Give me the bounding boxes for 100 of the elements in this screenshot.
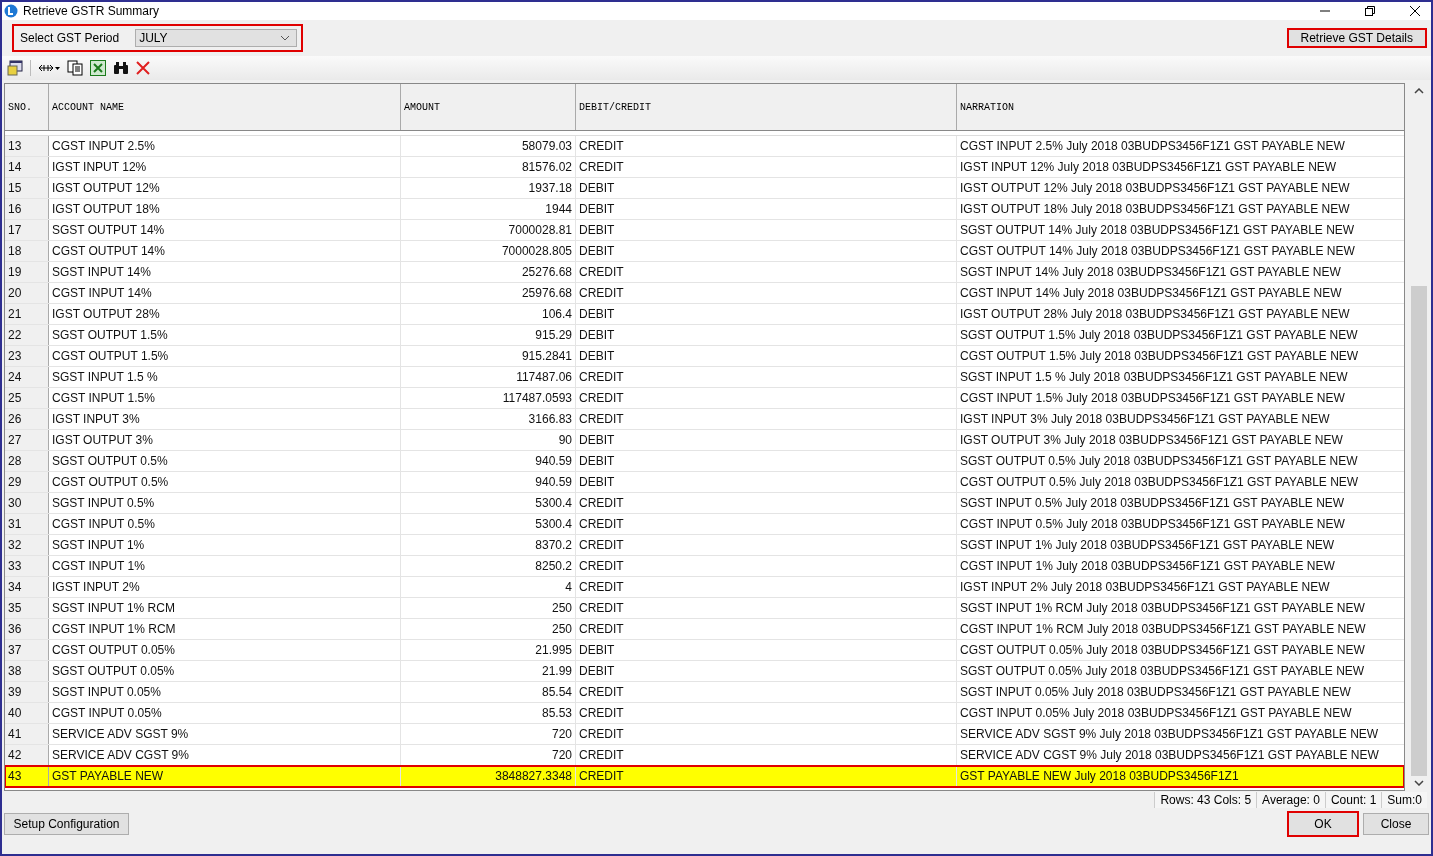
table-cell: IGST OUTPUT 18% [49, 199, 401, 219]
column-header[interactable]: NARRATION [957, 84, 1404, 130]
table-row[interactable]: 24 SGST INPUT 1.5 % 117487.06 CREDIT SGST INPUT 1.5 % July 2018 03BUDPS3456F1Z1 GST PAYABLE NEW [5, 367, 1404, 388]
table-cell: CREDIT [576, 682, 957, 702]
table-row[interactable]: 39 SGST INPUT 0.05% 85.54 CREDIT SGST INPUT 0.05% July 2018 03BUDPS3456F1Z1 GST PAYABLE NEW [5, 682, 1404, 703]
table-cell: 31 [5, 514, 49, 534]
column-header[interactable]: SNO. [5, 84, 49, 130]
table-row[interactable]: 26 IGST INPUT 3% 3166.83 CREDIT IGST INPUT 3% July 2018 03BUDPS3456F1Z1 GST PAYABLE NEW [5, 409, 1404, 430]
table-cell: DEBIT [576, 220, 957, 240]
table-cell: 33 [5, 556, 49, 576]
table-row[interactable]: 32 SGST INPUT 1% 8370.2 CREDIT SGST INPUT 1% July 2018 03BUDPS3456F1Z1 GST PAYABLE NEW [5, 535, 1404, 556]
table-cell: CREDIT [576, 283, 957, 303]
table-cell: 36 [5, 619, 49, 639]
table-cell: SGST INPUT 1.5 % July 2018 03BUDPS3456F1Z1 GST PAYABLE NEW [957, 367, 1404, 387]
table-row[interactable]: 31 CGST INPUT 0.5% 5300.4 CREDIT CGST INPUT 0.5% July 2018 03BUDPS3456F1Z1 GST PAYABLE NEW [5, 514, 1404, 535]
table-cell: SGST INPUT 1% RCM July 2018 03BUDPS3456F1Z1 GST PAYABLE NEW [957, 598, 1404, 618]
table-row[interactable]: 23 CGST OUTPUT 1.5% 915.2841 DEBIT CGST OUTPUT 1.5% July 2018 03BUDPS3456F1Z1 GST PAYABLE NEW [5, 346, 1404, 367]
table-row[interactable]: 16 IGST OUTPUT 18% 1944 DEBIT IGST OUTPUT 18% July 2018 03BUDPS3456F1Z1 GST PAYABLE NEW [5, 199, 1404, 220]
table-cell: 85.54 [401, 682, 576, 702]
table-cell: CGST OUTPUT 14% [49, 241, 401, 261]
table-cell: 8370.2 [401, 535, 576, 555]
table-cell: DEBIT [576, 661, 957, 681]
table-cell: 25976.68 [401, 283, 576, 303]
form-window-icon[interactable] [7, 60, 23, 76]
table-cell: CGST INPUT 1.5% July 2018 03BUDPS3456F1Z1 GST PAYABLE NEW [957, 388, 1404, 408]
table-row[interactable]: 43 GST PAYABLE NEW 3848827.3348 CREDIT GST PAYABLE NEW July 2018 03BUDPS3456F1Z1 [5, 766, 1404, 787]
table-row[interactable]: 25 CGST INPUT 1.5% 117487.0593 CREDIT CGST INPUT 1.5% July 2018 03BUDPS3456F1Z1 GST PAYABLE NEW [5, 388, 1404, 409]
table-row[interactable]: 17 SGST OUTPUT 14% 7000028.81 DEBIT SGST OUTPUT 14% July 2018 03BUDPS3456F1Z1 GST PAYABLE NEW [5, 220, 1404, 241]
chevron-down-icon [280, 35, 291, 41]
table-row[interactable]: 38 SGST OUTPUT 0.05% 21.99 DEBIT SGST OUTPUT 0.05% July 2018 03BUDPS3456F1Z1 GST PAYABLE NEW [5, 661, 1404, 682]
setup-configuration-button[interactable]: Setup Configuration [4, 813, 129, 835]
table-row[interactable]: 40 CGST INPUT 0.05% 85.53 CREDIT CGST INPUT 0.05% July 2018 03BUDPS3456F1Z1 GST PAYABLE NEW [5, 703, 1404, 724]
column-width-icon[interactable] [38, 63, 60, 73]
scroll-thumb[interactable] [1411, 286, 1427, 776]
table-row[interactable]: 35 SGST INPUT 1% RCM 250 CREDIT SGST INPUT 1% RCM July 2018 03BUDPS3456F1Z1 GST PAYABLE NEW [5, 598, 1404, 619]
table-cell: GST PAYABLE NEW July 2018 03BUDPS3456F1Z1 [957, 766, 1404, 786]
table-cell: 32 [5, 535, 49, 555]
table-row[interactable]: 21 IGST OUTPUT 28% 106.4 DEBIT IGST OUTPUT 28% July 2018 03BUDPS3456F1Z1 GST PAYABLE NEW [5, 304, 1404, 325]
table-cell: 4 [401, 577, 576, 597]
delete-icon[interactable] [136, 61, 150, 75]
table-row[interactable]: 19 SGST INPUT 14% 25276.68 CREDIT SGST INPUT 14% July 2018 03BUDPS3456F1Z1 GST PAYABLE NEW [5, 262, 1404, 283]
period-dropdown[interactable]: JULY [135, 29, 298, 47]
table-row[interactable]: 22 SGST OUTPUT 1.5% 915.29 DEBIT SGST OUTPUT 1.5% July 2018 03BUDPS3456F1Z1 GST PAYABLE NEW [5, 325, 1404, 346]
table-row[interactable]: 33 CGST INPUT 1% 8250.2 CREDIT CGST INPUT 1% July 2018 03BUDPS3456F1Z1 GST PAYABLE NEW [5, 556, 1404, 577]
column-header[interactable]: ACCOUNT NAME [49, 84, 401, 130]
table-cell: 30 [5, 493, 49, 513]
table-cell: 14 [5, 157, 49, 177]
column-header[interactable]: DEBIT/CREDIT [576, 84, 957, 130]
table-cell: CGST INPUT 1% July 2018 03BUDPS3456F1Z1 GST PAYABLE NEW [957, 556, 1404, 576]
close-icon[interactable] [1409, 5, 1421, 17]
table-cell: 39 [5, 682, 49, 702]
table-row[interactable]: 14 IGST INPUT 12% 81576.02 CREDIT IGST INPUT 12% July 2018 03BUDPS3456F1Z1 GST PAYABLE NEW [5, 157, 1404, 178]
table-row[interactable]: 13 CGST INPUT 2.5% 58079.03 CREDIT CGST INPUT 2.5% July 2018 03BUDPS3456F1Z1 GST PAYABLE NEW [5, 136, 1404, 157]
table-row[interactable]: 20 CGST INPUT 14% 25976.68 CREDIT CGST INPUT 14% July 2018 03BUDPS3456F1Z1 GST PAYABLE NEW [5, 283, 1404, 304]
table-row[interactable]: 41 SERVICE ADV SGST 9% 720 CREDIT SERVICE ADV SGST 9% July 2018 03BUDPS3456F1Z1 GST PAYABLE NEW [5, 724, 1404, 745]
table-row[interactable]: 36 CGST INPUT 1% RCM 250 CREDIT CGST INPUT 1% RCM July 2018 03BUDPS3456F1Z1 GST PAYABLE NEW [5, 619, 1404, 640]
restore-icon[interactable] [1364, 5, 1376, 17]
column-header[interactable]: AMOUNT [401, 84, 576, 130]
table-cell: 19 [5, 262, 49, 282]
table-cell: 29 [5, 472, 49, 492]
ok-button[interactable]: OK [1287, 811, 1359, 837]
close-button[interactable]: Close [1363, 813, 1429, 835]
status-field: Count: 1 [1324, 792, 1382, 808]
table-cell: 27 [5, 430, 49, 450]
table-cell: 915.2841 [401, 346, 576, 366]
retrieve-details-button[interactable]: Retrieve GST Details [1286, 28, 1427, 48]
table-row[interactable]: 30 SGST INPUT 0.5% 5300.4 CREDIT SGST INPUT 0.5% July 2018 03BUDPS3456F1Z1 GST PAYABLE NEW [5, 493, 1404, 514]
table-cell: CREDIT [576, 514, 957, 534]
table-cell: 35 [5, 598, 49, 618]
spreadsheet-icon[interactable] [90, 60, 106, 76]
table-cell: 43 [5, 766, 49, 786]
table-cell: DEBIT [576, 430, 957, 450]
table-cell: SGST OUTPUT 1.5% July 2018 03BUDPS3456F1Z1 GST PAYABLE NEW [957, 325, 1404, 345]
table-cell: 18 [5, 241, 49, 261]
table-cell: 106.4 [401, 304, 576, 324]
table-cell: 34 [5, 577, 49, 597]
scroll-up-icon[interactable] [1414, 88, 1424, 94]
table-cell: 41 [5, 724, 49, 744]
table-cell: CGST INPUT 0.05% July 2018 03BUDPS3456F1Z1 GST PAYABLE NEW [957, 703, 1404, 723]
binoculars-icon[interactable] [113, 61, 129, 75]
table-row[interactable]: 29 CGST OUTPUT 0.5% 940.59 DEBIT CGST OUTPUT 0.5% July 2018 03BUDPS3456F1Z1 GST PAYABLE NEW [5, 472, 1404, 493]
table-row[interactable]: 28 SGST OUTPUT 0.5% 940.59 DEBIT SGST OUTPUT 0.5% July 2018 03BUDPS3456F1Z1 GST PAYABLE NEW [5, 451, 1404, 472]
table-cell: 940.59 [401, 472, 576, 492]
table-cell: 24 [5, 367, 49, 387]
table-cell: 1944 [401, 199, 576, 219]
copy-icon[interactable] [67, 60, 83, 76]
table-row[interactable]: 18 CGST OUTPUT 14% 7000028.805 DEBIT CGST OUTPUT 14% July 2018 03BUDPS3456F1Z1 GST PAYABLE NEW [5, 241, 1404, 262]
table-row[interactable]: 27 IGST OUTPUT 3% 90 DEBIT IGST OUTPUT 3% July 2018 03BUDPS3456F1Z1 GST PAYABLE NEW [5, 430, 1404, 451]
table-cell: CGST INPUT 1% RCM [49, 619, 401, 639]
table-cell: IGST OUTPUT 18% July 2018 03BUDPS3456F1Z1 GST PAYABLE NEW [957, 199, 1404, 219]
table-row[interactable]: 34 IGST INPUT 2% 4 CREDIT IGST INPUT 2% July 2018 03BUDPS3456F1Z1 GST PAYABLE NEW [5, 577, 1404, 598]
table-cell: 26 [5, 409, 49, 429]
table-cell: SGST OUTPUT 0.05% [49, 661, 401, 681]
table-cell: IGST OUTPUT 3% July 2018 03BUDPS3456F1Z1 GST PAYABLE NEW [957, 430, 1404, 450]
table-cell: DEBIT [576, 472, 957, 492]
table-row[interactable]: 15 IGST OUTPUT 12% 1937.18 DEBIT IGST OUTPUT 12% July 2018 03BUDPS3456F1Z1 GST PAYABLE NEW [5, 178, 1404, 199]
table-cell: CGST INPUT 14% [49, 283, 401, 303]
table-row[interactable]: 37 CGST OUTPUT 0.05% 21.995 DEBIT CGST OUTPUT 0.05% July 2018 03BUDPS3456F1Z1 GST PAYABLE NEW [5, 640, 1404, 661]
table-cell: SGST INPUT 0.05% July 2018 03BUDPS3456F1Z1 GST PAYABLE NEW [957, 682, 1404, 702]
scroll-down-icon[interactable] [1414, 780, 1424, 786]
